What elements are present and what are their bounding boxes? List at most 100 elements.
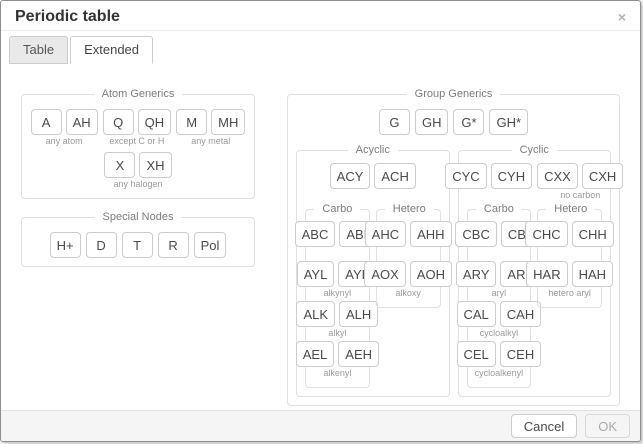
tab-extended[interactable]: Extended — [70, 36, 153, 64]
cyclic-carbo-legend: Carbo — [476, 203, 522, 215]
button-group-any-halogen: XXH any halogen — [104, 152, 171, 190]
group-sublabel: alkoxy — [395, 288, 421, 299]
group-generic-button[interactable]: GH — [415, 109, 449, 135]
cyclic-button[interactable]: CYH — [491, 163, 532, 189]
cyclic-hetero-button[interactable]: HAR — [526, 261, 567, 287]
atom-generic-button[interactable]: X — [104, 152, 135, 178]
tab-table[interactable]: Table — [9, 36, 68, 64]
acyclic-carbo-button[interactable]: AEH — [338, 341, 379, 367]
special-nodes-fieldset: Special Nodes H+DTRPol — [21, 211, 255, 267]
atom-generic-button[interactable]: AH — [66, 109, 98, 135]
group-generics-legend: Group Generics — [407, 88, 501, 100]
acyclic-carbo-button[interactable]: ALH — [339, 301, 378, 327]
acyclic-fieldset: Acyclic ACYACH Carbo ABCABH — [296, 144, 450, 397]
cyclic-hetero-fieldset: Hetero CHCCHH HARHAH hetero aryl — [537, 203, 602, 308]
acyclic-carbo-button[interactable]: ALK — [296, 301, 335, 327]
group-sublabel: cycloalkenyl — [475, 368, 524, 379]
left-column: Atom Generics AAH any atom QQH except C … — [21, 88, 255, 267]
dialog-title: Periodic table — [15, 8, 120, 26]
acyclic-button[interactable]: ACY — [330, 163, 371, 189]
button-group-chc: CHCCHH — [525, 221, 613, 259]
acyclic-carbo-fieldset: Carbo ABCABH AYLAYH alkynyl — [305, 203, 370, 388]
acyclic-hetero-fieldset: Hetero AHCAHH AOXAOH alkoxy — [376, 203, 441, 308]
acyclic-button[interactable]: ACH — [374, 163, 415, 189]
acyclic-subgroups: Carbo ABCABH AYLAYH alkynyl — [305, 203, 441, 388]
acyclic-hetero-button[interactable]: AOX — [364, 261, 405, 287]
atom-generic-button[interactable]: M — [176, 109, 207, 135]
special-node-button[interactable]: T — [122, 232, 153, 258]
cancel-button[interactable]: Cancel — [511, 414, 577, 438]
close-icon[interactable]: × — [614, 8, 630, 26]
cyclic-fieldset: Cyclic CYCCYH CXXCXH no carbon — [458, 144, 612, 397]
group-sublabel: cycloalkyl — [480, 328, 519, 339]
atom-generic-button[interactable]: A — [31, 109, 62, 135]
cyclic-button[interactable]: CXH — [582, 163, 623, 189]
button-group-any-metal: MMH any metal — [176, 109, 245, 147]
group-generics-fieldset: Group Generics GGHG*GH* Acyclic ACYACH C… — [287, 88, 620, 406]
group-sublabel: alkynyl — [324, 288, 352, 299]
group-generics-top-row: GGHG*GH* — [296, 109, 611, 135]
group-sublabel: any halogen — [113, 179, 162, 190]
cyclic-legend: Cyclic — [512, 144, 557, 156]
special-node-button[interactable]: D — [86, 232, 117, 258]
cyclic-subgroups: Carbo CBCCBH ARYARH aryl — [467, 203, 603, 388]
group-sublabel: any metal — [191, 136, 230, 147]
acyclic-hetero-legend: Hetero — [385, 203, 434, 215]
group-sublabel: except C or H — [109, 136, 164, 147]
atom-generic-button[interactable]: Q — [103, 109, 134, 135]
cyclic-top-row: CYCCYH CXXCXH no carbon — [467, 163, 603, 201]
cyclic-button[interactable]: CYC — [445, 163, 486, 189]
cyclic-hetero-button[interactable]: CHH — [572, 221, 614, 247]
cyclic-carbo-fieldset: Carbo CBCCBH ARYARH aryl — [467, 203, 532, 388]
cyclic-carbo-button[interactable]: CAL — [457, 301, 496, 327]
acyclic-hetero-button[interactable]: AOH — [410, 261, 452, 287]
atom-generic-button[interactable]: QH — [138, 109, 172, 135]
acyclic-hetero-button[interactable]: AHH — [410, 221, 451, 247]
atom-generic-button[interactable]: XH — [139, 152, 171, 178]
cyclic-carbo-button[interactable]: CEL — [457, 341, 496, 367]
special-node-button[interactable]: R — [158, 232, 189, 258]
cyclic-hetero-button[interactable]: CHC — [525, 221, 567, 247]
cyclic-carbo-button[interactable]: CAH — [500, 301, 541, 327]
group-generic-button[interactable]: GH* — [489, 109, 528, 135]
periodic-table-dialog: Periodic table × Table Extended Atom Gen… — [0, 0, 641, 442]
special-node-button[interactable]: H+ — [50, 232, 81, 258]
tab-bar: Table Extended — [1, 31, 640, 64]
dialog-header: Periodic table × — [1, 1, 640, 31]
group-sublabel: alkenyl — [323, 368, 351, 379]
acyclic-carbo-button[interactable]: AYL — [297, 261, 335, 287]
special-node-button[interactable]: Pol — [194, 232, 227, 258]
group-sublabel: any atom — [46, 136, 83, 147]
group-sublabel: alkyl — [328, 328, 346, 339]
acyclic-carbo-button[interactable]: ABC — [295, 221, 336, 247]
button-group-acy: ACYACH — [330, 163, 416, 201]
dialog-body: Atom Generics AAH any atom QQH except C … — [1, 64, 640, 410]
cyclic-carbo-button[interactable]: ARY — [456, 261, 497, 287]
acyclic-carbo-button[interactable]: AEL — [296, 341, 335, 367]
atom-generic-button[interactable]: MH — [211, 109, 245, 135]
ok-button[interactable]: OK — [585, 414, 630, 438]
button-group-no-carbon: CXXCXH no carbon — [537, 163, 623, 201]
button-group-cycloalkenyl: CELCEH cycloalkenyl — [457, 341, 542, 379]
acyclic-hetero-groups: AHCAHH AOXAOH alkoxy — [385, 219, 432, 299]
special-nodes-row: H+DTRPol — [30, 232, 246, 258]
cyclic-carbo-groups: CBCCBH ARYARH aryl CALCAH cycloalkyl — [476, 219, 523, 379]
group-sublabel: hetero aryl — [548, 288, 591, 299]
atom-generics-row-2: XXH any halogen — [30, 152, 246, 190]
button-group-any-atom: AAH any atom — [31, 109, 98, 147]
atom-generics-row-1: AAH any atom QQH except C or H MMH any m… — [30, 109, 246, 147]
button-group-except-c-h: QQH except C or H — [103, 109, 172, 147]
special-nodes-legend: Special Nodes — [95, 211, 182, 223]
cyclic-hetero-button[interactable]: HAH — [572, 261, 613, 287]
cyclic-carbo-button[interactable]: CEH — [500, 341, 541, 367]
atom-generics-legend: Atom Generics — [94, 88, 183, 100]
cyclic-carbo-button[interactable]: CBC — [455, 221, 496, 247]
button-group-hetero-aryl: HARHAH hetero aryl — [526, 261, 613, 299]
group-generic-button[interactable]: G* — [453, 109, 484, 135]
cyclic-button[interactable]: CXX — [537, 163, 578, 189]
acyclic-hetero-button[interactable]: AHC — [365, 221, 406, 247]
button-group-alkenyl: AELAEH alkenyl — [296, 341, 379, 379]
button-group-alkyl: ALKALH alkyl — [296, 301, 378, 339]
group-sublabel: aryl — [492, 288, 507, 299]
group-generic-button[interactable]: G — [379, 109, 410, 135]
